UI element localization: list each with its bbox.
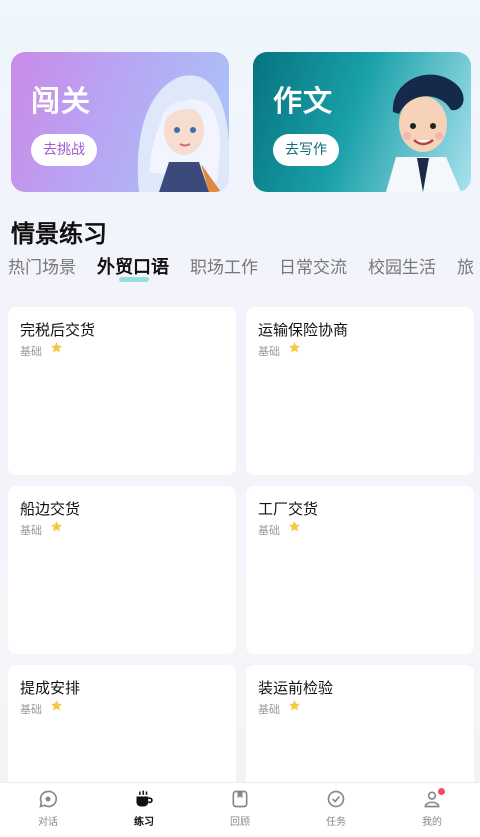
card-level: 基础 bbox=[20, 345, 42, 358]
notification-badge bbox=[438, 788, 445, 795]
challenge-banner[interactable]: 闯关 去挑战 bbox=[11, 52, 229, 192]
section-title: 情景练习 bbox=[11, 220, 107, 248]
scenario-card[interactable]: 船边交货 基础 bbox=[8, 486, 236, 654]
bottom-tab-bar: 对话 练习 回顾 任务 我的 bbox=[0, 782, 480, 837]
tab-daily[interactable]: 日常交流 bbox=[279, 256, 347, 280]
tabbar-item-tasks[interactable]: 任务 bbox=[288, 783, 384, 837]
banner-title: 作文 bbox=[273, 84, 334, 118]
tab-travel[interactable]: 旅 bbox=[457, 256, 474, 280]
card-level: 基础 bbox=[20, 524, 42, 537]
tabbar-item-chat[interactable]: 对话 bbox=[0, 783, 96, 837]
card-level: 基础 bbox=[258, 703, 280, 716]
card-title: 船边交货 bbox=[20, 500, 81, 518]
challenge-button[interactable]: 去挑战 bbox=[31, 134, 97, 166]
scenario-card[interactable]: 提成安排 基础 bbox=[8, 665, 236, 795]
star-icon bbox=[51, 700, 62, 711]
tabbar-label: 任务 bbox=[326, 817, 346, 828]
boy-illustration bbox=[386, 74, 464, 192]
girl-illustration bbox=[137, 75, 229, 192]
active-tab-indicator bbox=[119, 277, 149, 282]
scenario-card[interactable]: 完税后交货 基础 bbox=[8, 307, 236, 475]
tab-campus[interactable]: 校园生活 bbox=[368, 256, 436, 280]
banner-title: 闯关 bbox=[31, 84, 92, 118]
card-title: 完税后交货 bbox=[20, 321, 96, 339]
card-title: 提成安排 bbox=[20, 679, 81, 697]
star-icon bbox=[51, 521, 62, 532]
writing-banner[interactable]: 作文 去写作 bbox=[253, 52, 471, 192]
chat-icon bbox=[39, 790, 58, 808]
tab-trade-label: 外贸口语 bbox=[97, 257, 169, 278]
tab-hot[interactable]: 热门场景 bbox=[8, 256, 76, 280]
tabbar-label: 对话 bbox=[38, 817, 58, 828]
check-circle-icon bbox=[327, 790, 345, 808]
star-icon bbox=[289, 342, 300, 353]
tabbar-item-practice[interactable]: 练习 bbox=[96, 783, 192, 837]
tab-workplace[interactable]: 职场工作 bbox=[190, 256, 258, 280]
scenario-card[interactable]: 工厂交货 基础 bbox=[246, 486, 474, 654]
star-icon bbox=[289, 700, 300, 711]
bookmark-icon bbox=[232, 790, 248, 808]
coffee-cup-icon bbox=[136, 790, 153, 807]
card-title: 工厂交货 bbox=[258, 500, 319, 518]
tabbar-label: 练习 bbox=[134, 817, 154, 828]
writing-button[interactable]: 去写作 bbox=[273, 134, 339, 166]
star-icon bbox=[289, 521, 300, 532]
card-title: 装运前检验 bbox=[258, 679, 334, 697]
card-level: 基础 bbox=[20, 703, 42, 716]
scenario-card[interactable]: 运输保险协商 基础 bbox=[246, 307, 474, 475]
tab-trade[interactable]: 外贸口语 bbox=[97, 256, 169, 282]
tabbar-item-review[interactable]: 回顾 bbox=[192, 783, 288, 837]
scenario-card[interactable]: 装运前检验 基础 bbox=[246, 665, 474, 795]
card-level: 基础 bbox=[258, 524, 280, 537]
tabbar-item-profile[interactable]: 我的 bbox=[384, 783, 480, 837]
tabbar-label: 我的 bbox=[422, 817, 442, 828]
star-icon bbox=[51, 342, 62, 353]
tabbar-label: 回顾 bbox=[230, 817, 250, 828]
scenario-tabs: 热门场景 外贸口语 职场工作 日常交流 校园生活旅 bbox=[8, 256, 480, 282]
card-level: 基础 bbox=[258, 345, 280, 358]
card-title: 运输保险协商 bbox=[258, 321, 349, 339]
